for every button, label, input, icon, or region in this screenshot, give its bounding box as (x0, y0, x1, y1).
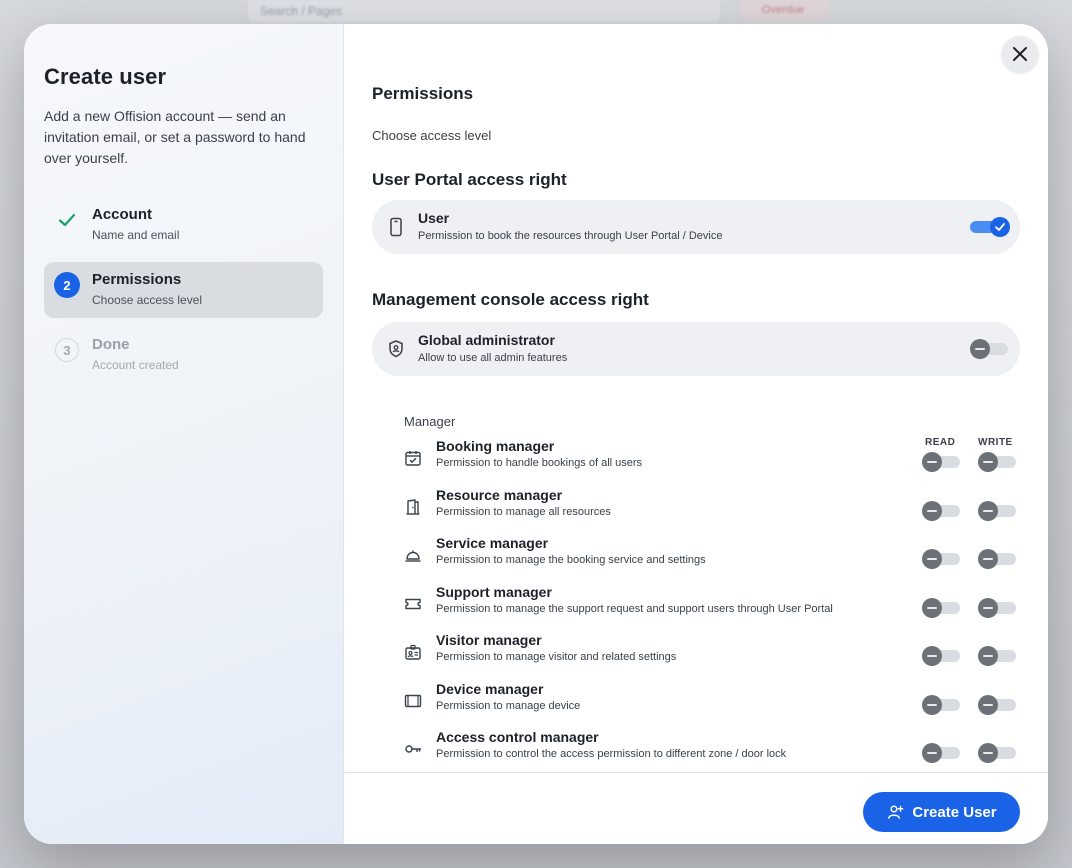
console-heading: Management console access right (372, 290, 649, 309)
wizard-steps: Account Name and email 2 Permissions Cho… (44, 197, 323, 383)
visitor-write-toggle[interactable] (978, 646, 1016, 666)
card-subtitle: Allow to use all admin features (418, 352, 568, 364)
manager-title: Device manager (436, 681, 544, 697)
permissions-content[interactable]: Permissions Choose access level User Por… (372, 24, 1020, 772)
create-user-modal: Create user Add a new Offision account —… (24, 24, 1048, 844)
access-control-write-toggle[interactable] (978, 743, 1016, 763)
step-done: 3 Done Account created (44, 327, 323, 383)
tablet-device-icon (404, 694, 422, 708)
manager-title: Support manager (436, 584, 552, 600)
manager-subtitle: Permission to control the access permiss… (436, 748, 787, 760)
support-write-toggle[interactable] (978, 598, 1016, 618)
resource-read-toggle[interactable] (922, 501, 960, 521)
user-portal-toggle[interactable] (970, 217, 1010, 237)
shield-icon (389, 340, 403, 358)
toggle-knob (922, 695, 942, 715)
step-account[interactable]: Account Name and email (44, 197, 323, 253)
toggle-knob (990, 217, 1010, 237)
device-write-toggle[interactable] (978, 695, 1016, 715)
card-title: User (418, 210, 450, 226)
visitor-read-toggle[interactable] (922, 646, 960, 666)
manager-row-visitor: Visitor manager Permission to manage vis… (404, 632, 1020, 676)
manager-row-booking: Booking manager Permission to handle boo… (404, 438, 1020, 482)
manager-row-support: Support manager Permission to manage the… (404, 584, 1020, 628)
manager-title: Service manager (436, 535, 549, 551)
create-user-label: Create User (912, 803, 997, 821)
toggle-knob (922, 452, 942, 472)
manager-subtitle: Permission to manage all resources (436, 506, 611, 518)
manager-title: Access control manager (436, 729, 599, 745)
manager-row-service: Service manager Permission to manage the… (404, 535, 1020, 579)
step-title: Permissions (92, 271, 182, 288)
manager-row-resource: Resource manager Permission to manage al… (404, 487, 1020, 531)
manager-subtitle: Permission to handle bookings of all use… (436, 457, 643, 469)
global-admin-toggle[interactable] (970, 339, 1008, 359)
step-title: Account (92, 206, 152, 223)
card-subtitle: Permission to book the resources through… (418, 230, 723, 242)
section-subtitle: Choose access level (372, 128, 492, 143)
toggle-knob (978, 549, 998, 569)
user-portal-card: User Permission to book the resources th… (372, 200, 1020, 254)
toggle-knob (970, 339, 990, 359)
permissions-panel: Permissions Choose access level User Por… (344, 24, 1048, 844)
portal-heading: User Portal access right (372, 170, 567, 189)
step-subtitle: Name and email (92, 228, 180, 242)
step-subtitle: Account created (92, 358, 179, 372)
access-control-read-toggle[interactable] (922, 743, 960, 763)
phone-icon (390, 217, 402, 237)
manager-title: Resource manager (436, 487, 563, 503)
support-read-toggle[interactable] (922, 598, 960, 618)
manager-row-access-control: Access control manager Permission to con… (404, 729, 1020, 772)
manager-subtitle: Permission to manage visitor and related… (436, 651, 677, 663)
card-title: Global administrator (418, 332, 555, 348)
door-icon (406, 499, 420, 515)
global-admin-card: Global administrator Allow to use all ad… (372, 322, 1020, 376)
manager-row-device: Device manager Permission to manage devi… (404, 681, 1020, 725)
toggle-knob (922, 598, 942, 618)
key-icon (405, 745, 422, 753)
visitor-badge-icon (405, 644, 421, 660)
booking-write-toggle[interactable] (978, 452, 1016, 472)
manager-subtitle: Permission to manage device (436, 700, 581, 712)
step-number: 3 (55, 338, 79, 362)
manager-subtitle: Permission to manage the booking service… (436, 554, 706, 566)
step-subtitle: Choose access level (92, 293, 203, 307)
service-write-toggle[interactable] (978, 549, 1016, 569)
toggle-knob (922, 501, 942, 521)
resource-write-toggle[interactable] (978, 501, 1016, 521)
booking-read-toggle[interactable] (922, 452, 960, 472)
create-user-button[interactable]: Create User (863, 792, 1020, 832)
backdrop-search: Search / Pages (248, 0, 720, 22)
service-bell-icon (405, 550, 421, 562)
toggle-knob (978, 598, 998, 618)
step-number: 2 (54, 272, 80, 298)
modal-footer: Create User (344, 772, 1048, 844)
toggle-knob (922, 743, 942, 763)
add-user-icon (888, 805, 904, 819)
section-title: Permissions (372, 84, 474, 103)
service-read-toggle[interactable] (922, 549, 960, 569)
backdrop-chip: Overdue (740, 0, 830, 20)
toggle-knob (978, 695, 998, 715)
manager-title: Visitor manager (436, 632, 542, 648)
step-title: Done (92, 336, 130, 353)
step-permissions[interactable]: 2 Permissions Choose access level (44, 262, 323, 318)
check-icon (995, 223, 1005, 231)
toggle-knob (978, 646, 998, 666)
check-icon (54, 207, 80, 233)
toggle-knob (978, 501, 998, 521)
manager-label: Manager (404, 414, 456, 429)
toggle-knob (922, 646, 942, 666)
wizard-sidebar: Create user Add a new Offision account —… (24, 24, 344, 844)
toggle-knob (922, 549, 942, 569)
device-read-toggle[interactable] (922, 695, 960, 715)
ticket-icon (405, 598, 421, 610)
modal-description: Add a new Offision account — send an inv… (44, 108, 306, 166)
calendar-check-icon (405, 451, 421, 466)
toggle-knob (978, 743, 998, 763)
manager-title: Booking manager (436, 438, 555, 454)
modal-title: Create user (44, 64, 167, 89)
toggle-knob (978, 452, 998, 472)
manager-subtitle: Permission to manage the support request… (436, 603, 833, 615)
